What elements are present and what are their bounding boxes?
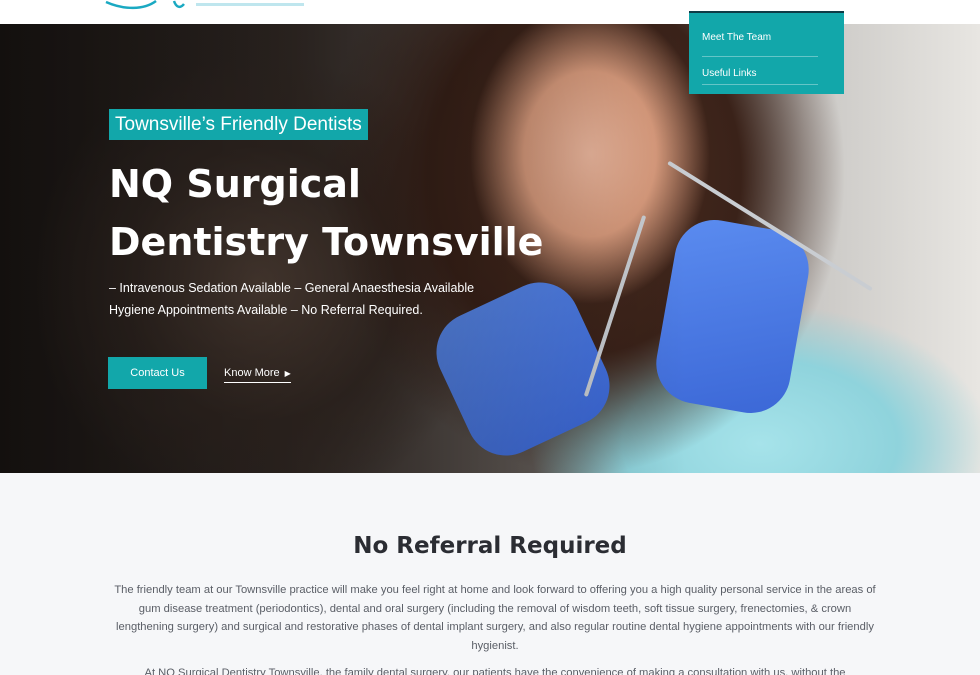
play-arrow-icon: ▶ (284, 369, 291, 378)
menu-item-useful-links[interactable]: Useful Links (702, 57, 818, 85)
section-title: No Referral Required (353, 533, 627, 559)
hero-title-line2: Dentistry Townsville (109, 220, 544, 264)
hero-subtitle: – Intravenous Sedation Available – Gener… (109, 277, 569, 321)
menu-item-meet-the-team[interactable]: Meet The Team (702, 29, 818, 57)
hero-title-line1: NQ Surgical (109, 162, 361, 206)
hero-subtitle-line2: Hygiene Appointments Available – No Refe… (109, 303, 423, 317)
know-more-label: Know More (224, 367, 280, 379)
second-paragraph: At NQ Surgical Dentistry Townsville, the… (144, 667, 846, 675)
contact-us-button[interactable]: Contact Us (108, 357, 207, 389)
nav-dropdown-menu: Meet The Team Useful Links (689, 11, 844, 94)
intro-paragraph: The friendly team at our Townsville prac… (114, 584, 876, 652)
site-logo[interactable] (104, 0, 314, 10)
hero-subtitle-line1: – Intravenous Sedation Available – Gener… (109, 281, 475, 295)
hero-title: NQ Surgical Dentistry Townsville (109, 155, 629, 271)
know-more-link[interactable]: Know More ▶ (224, 366, 291, 383)
hero-tagline: Townsville’s Friendly Dentists (109, 109, 368, 140)
